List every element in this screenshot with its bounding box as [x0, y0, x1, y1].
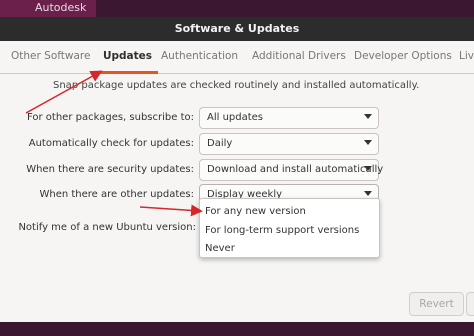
- snap-info-text: Snap package updates are checked routine…: [53, 80, 420, 91]
- tab-additional-drivers[interactable]: Additional Drivers: [252, 41, 346, 73]
- chevron-down-icon: [364, 166, 372, 171]
- desktop-top-strip: Autodesk: [0, 0, 474, 17]
- subscribe-combo[interactable]: All updates: [199, 107, 379, 129]
- annotation-arrow-to-updates-tab: [25, 70, 103, 114]
- brand-box: Autodesk: [0, 0, 96, 17]
- option-lts-versions[interactable]: For long-term support versions: [205, 225, 359, 236]
- other-updates-label: When there are other updates:: [39, 189, 194, 200]
- tab-livepatch[interactable]: Liv: [459, 41, 474, 73]
- tab-authentication[interactable]: Authentication: [161, 41, 238, 73]
- tab-updates[interactable]: Updates: [96, 41, 159, 74]
- window-title: Software & Updates: [174, 22, 300, 35]
- tab-bar: Other Software Updates Authentication Ad…: [0, 41, 474, 74]
- notify-version-dropdown: For any new version For long-term suppor…: [199, 198, 380, 258]
- revert-button[interactable]: Revert: [409, 292, 464, 316]
- security-updates-label: When there are security updates:: [26, 164, 194, 175]
- security-updates-value: Download and install automatically: [207, 164, 384, 175]
- brand-label: Autodesk: [35, 1, 87, 14]
- option-never[interactable]: Never: [205, 243, 235, 254]
- chevron-down-icon: [364, 114, 372, 119]
- annotation-arrow-to-any-new-version: [139, 204, 203, 217]
- subscribe-label: For other packages, subscribe to:: [27, 112, 194, 123]
- window-headerbar: Software & Updates: [0, 17, 474, 41]
- tab-developer-options[interactable]: Developer Options: [354, 41, 452, 73]
- desktop-bottom-strip: [0, 322, 474, 336]
- check-updates-label: Automatically check for updates:: [28, 138, 194, 149]
- close-button[interactable]: [466, 292, 474, 316]
- check-updates-value: Daily: [207, 138, 233, 149]
- notify-version-label: Notify me of a new Ubuntu version:: [18, 222, 196, 233]
- check-updates-combo[interactable]: Daily: [199, 133, 379, 155]
- subscribe-value: All updates: [207, 112, 264, 123]
- tab-other-software[interactable]: Other Software: [11, 41, 90, 73]
- option-any-new-version[interactable]: For any new version: [205, 206, 306, 217]
- security-updates-combo[interactable]: Download and install automatically: [199, 159, 383, 181]
- chevron-down-icon: [364, 191, 372, 196]
- chevron-down-icon: [364, 140, 372, 145]
